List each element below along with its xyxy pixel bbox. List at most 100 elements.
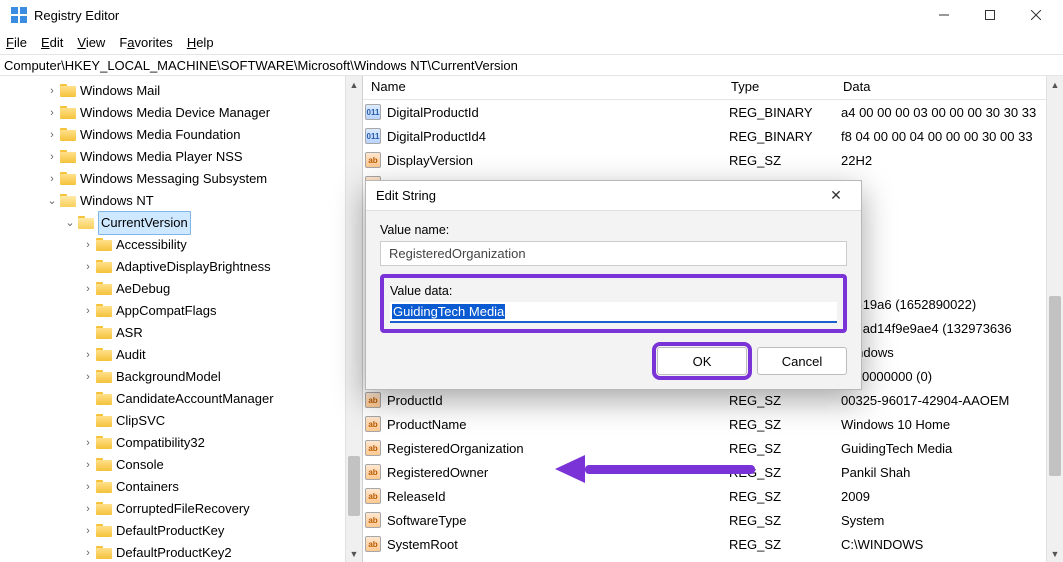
- folder-icon: [96, 502, 112, 516]
- tree-item[interactable]: ›Windows Mail: [0, 80, 362, 102]
- value-data: 28519a6 (1652890022): [841, 297, 1063, 312]
- tree-item[interactable]: ›Audit: [0, 344, 362, 366]
- value-row[interactable]: abProductNameREG_SZWindows 10 Home: [363, 412, 1063, 436]
- tree-item[interactable]: ›Compatibility32: [0, 432, 362, 454]
- col-data[interactable]: Data: [835, 76, 1063, 99]
- expander-icon[interactable]: ⌄: [46, 190, 58, 212]
- value-row[interactable]: abDisplayVersionREG_SZ22H2: [363, 148, 1063, 172]
- value-row[interactable]: abSoftwareTypeREG_SZSystem: [363, 508, 1063, 532]
- folder-icon: [96, 458, 112, 472]
- expander-icon[interactable]: ›: [46, 168, 58, 190]
- value-row[interactable]: abSystemRootREG_SZC:\WINDOWS: [363, 532, 1063, 556]
- value-type: REG_SZ: [729, 489, 841, 504]
- expander-icon[interactable]: ›: [46, 102, 58, 124]
- tree-item-label: AdaptiveDisplayBrightness: [116, 256, 271, 278]
- folder-icon: [60, 150, 76, 164]
- value-data-label: Value data:: [390, 284, 837, 298]
- expander-icon[interactable]: ⌄: [64, 212, 76, 234]
- menu-edit[interactable]: Edit: [41, 35, 63, 50]
- tree-item[interactable]: ›Windows Media Device Manager: [0, 102, 362, 124]
- value-name: ReleaseId: [387, 489, 729, 504]
- tree-item[interactable]: ›Windows Media Player NSS: [0, 146, 362, 168]
- string-value-icon: ab: [365, 392, 381, 408]
- expander-icon[interactable]: ›: [82, 476, 94, 498]
- tree-item-label: CurrentVersion: [98, 211, 191, 235]
- maximize-button[interactable]: [967, 0, 1013, 30]
- expander-icon[interactable]: ›: [82, 432, 94, 454]
- minimize-button[interactable]: [921, 0, 967, 30]
- expander-icon[interactable]: ›: [82, 520, 94, 542]
- expander-icon[interactable]: ›: [82, 454, 94, 476]
- tree-item-label: Windows Media Foundation: [80, 124, 240, 146]
- cancel-button[interactable]: Cancel: [757, 347, 847, 375]
- menu-favorites[interactable]: Favorites: [119, 35, 172, 50]
- expander-icon[interactable]: ›: [82, 542, 94, 562]
- scroll-down-icon[interactable]: ▼: [346, 545, 362, 562]
- expander-icon[interactable]: ›: [82, 256, 94, 278]
- value-data: a4 00 00 00 03 00 00 00 30 30 33: [841, 105, 1063, 120]
- value-row[interactable]: 011DigitalProductIdREG_BINARYa4 00 00 00…: [363, 100, 1063, 124]
- value-row[interactable]: abProductIdREG_SZ00325-96017-42904-AAOEM: [363, 388, 1063, 412]
- tree-item[interactable]: ›CorruptedFileRecovery: [0, 498, 362, 520]
- tree-item[interactable]: ASR: [0, 322, 362, 344]
- dialog-titlebar[interactable]: Edit String ✕: [366, 181, 861, 211]
- tree-scrollbar[interactable]: ▲ ▼: [345, 76, 362, 562]
- expander-icon[interactable]: ›: [46, 124, 58, 146]
- tree-item[interactable]: ⌄ CurrentVersion: [0, 212, 362, 234]
- tree-item[interactable]: ›DefaultProductKey2: [0, 542, 362, 562]
- tree-item[interactable]: ›Accessibility: [0, 234, 362, 256]
- value-data-input[interactable]: GuidingTech Media: [390, 302, 837, 323]
- scroll-thumb[interactable]: [348, 456, 360, 516]
- tree-item[interactable]: ⌄Windows NT: [0, 190, 362, 212]
- scroll-up-icon[interactable]: ▲: [1047, 76, 1063, 93]
- tree-item[interactable]: ›DefaultProductKey: [0, 520, 362, 542]
- value-row[interactable]: 011DigitalProductId4REG_BINARYf8 04 00 0…: [363, 124, 1063, 148]
- address-path: Computer\HKEY_LOCAL_MACHINE\SOFTWARE\Mic…: [4, 58, 518, 73]
- close-button[interactable]: [1013, 0, 1059, 30]
- value-data: 22H2: [841, 153, 1063, 168]
- menu-file[interactable]: File: [6, 35, 27, 50]
- col-name[interactable]: Name: [363, 76, 723, 99]
- col-type[interactable]: Type: [723, 76, 835, 99]
- value-name-field[interactable]: RegisteredOrganization: [380, 241, 847, 266]
- tree-item[interactable]: ›Containers: [0, 476, 362, 498]
- address-bar[interactable]: Computer\HKEY_LOCAL_MACHINE\SOFTWARE\Mic…: [0, 54, 1063, 76]
- expander-icon[interactable]: ›: [82, 366, 94, 388]
- expander-icon[interactable]: ›: [82, 234, 94, 256]
- value-type: REG_SZ: [729, 537, 841, 552]
- menu-help[interactable]: Help: [187, 35, 214, 50]
- tree-pane: ›Windows Mail›Windows Media Device Manag…: [0, 76, 363, 562]
- tree-item[interactable]: CandidateAccountManager: [0, 388, 362, 410]
- expander-icon[interactable]: ›: [46, 146, 58, 168]
- expander-icon[interactable]: ›: [82, 300, 94, 322]
- tree-item[interactable]: › AdaptiveDisplayBrightness: [0, 256, 362, 278]
- scroll-thumb[interactable]: [1049, 296, 1061, 476]
- tree-item-label: BackgroundModel: [116, 366, 221, 388]
- binary-value-icon: 011: [365, 104, 381, 120]
- value-name: RegisteredOrganization: [387, 441, 729, 456]
- tree-item-label: CandidateAccountManager: [116, 388, 274, 410]
- close-icon[interactable]: ✕: [821, 187, 851, 204]
- tree-item-label: Windows Messaging Subsystem: [80, 168, 267, 190]
- scroll-up-icon[interactable]: ▲: [346, 76, 362, 93]
- folder-icon: [60, 106, 76, 120]
- menu-view[interactable]: View: [77, 35, 105, 50]
- value-data-highlight: Value data: GuidingTech Media: [380, 274, 847, 333]
- tree-item[interactable]: ›AppCompatFlags: [0, 300, 362, 322]
- tree-item[interactable]: › Windows Messaging Subsystem: [0, 168, 362, 190]
- string-value-icon: ab: [365, 152, 381, 168]
- folder-icon: [60, 194, 76, 208]
- tree-item[interactable]: › BackgroundModel: [0, 366, 362, 388]
- expander-icon[interactable]: ›: [82, 278, 94, 300]
- scroll-down-icon[interactable]: ▼: [1047, 545, 1063, 562]
- ok-button[interactable]: OK: [657, 347, 747, 375]
- expander-icon[interactable]: ›: [82, 498, 94, 520]
- tree-item[interactable]: ›Console: [0, 454, 362, 476]
- tree-item[interactable]: ›AeDebug: [0, 278, 362, 300]
- values-scrollbar[interactable]: ▲ ▼: [1046, 76, 1063, 562]
- expander-icon[interactable]: ›: [46, 80, 58, 102]
- tree-item[interactable]: › Windows Media Foundation: [0, 124, 362, 146]
- value-row[interactable]: abReleaseIdREG_SZ2009: [363, 484, 1063, 508]
- tree-item[interactable]: ClipSVC: [0, 410, 362, 432]
- expander-icon[interactable]: ›: [82, 344, 94, 366]
